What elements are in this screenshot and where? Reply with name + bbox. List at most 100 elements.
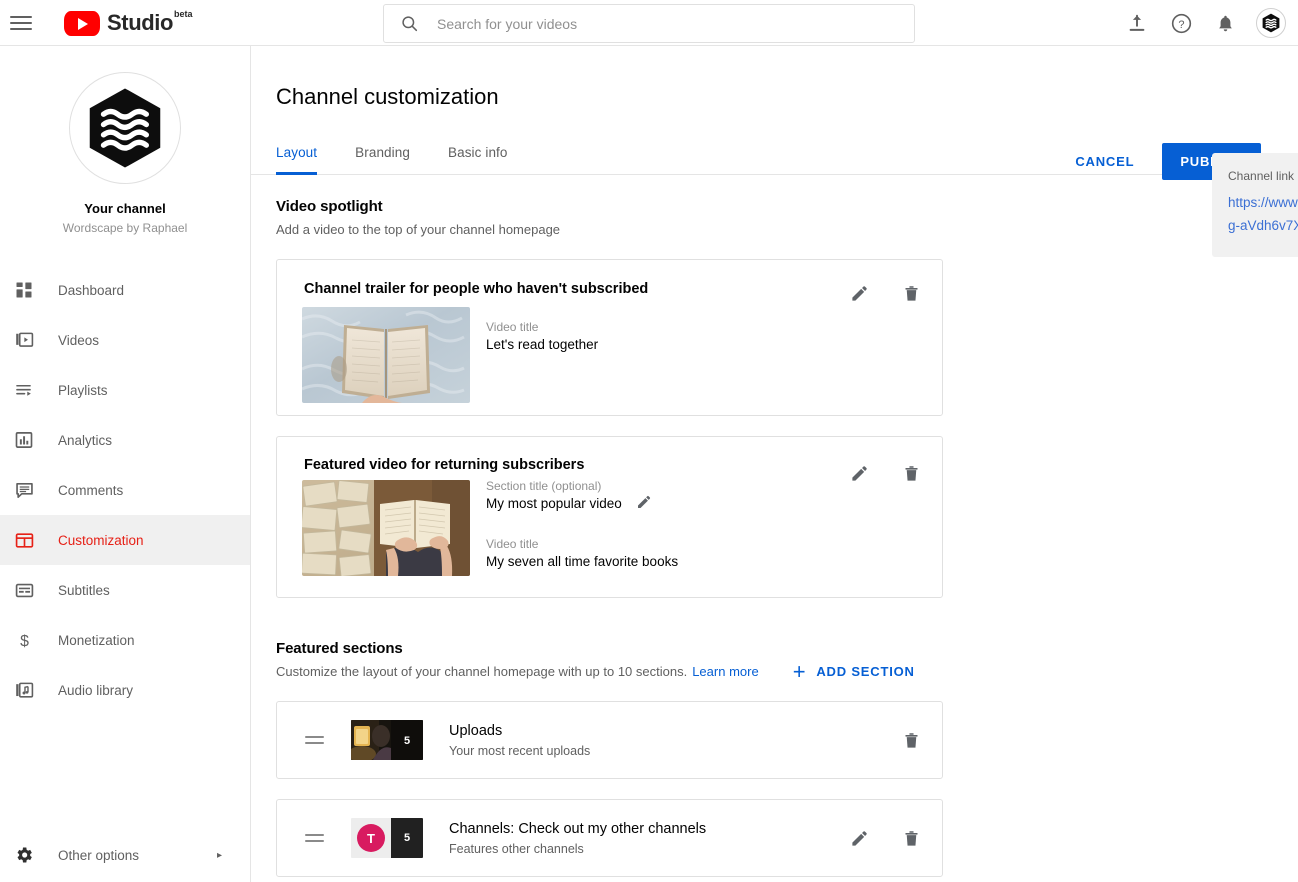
gear-icon (12, 843, 36, 867)
sidebar-item-label: Playlists (58, 383, 108, 398)
sidebar-nav-list: Dashboard Videos Playlists (0, 265, 250, 715)
monetization-dollar-icon: $ (12, 628, 36, 652)
delete-trash-icon[interactable] (900, 282, 922, 304)
videos-icon (12, 328, 36, 352)
sidebar-item-dashboard[interactable]: Dashboard (0, 265, 250, 315)
chevron-right-icon: ▸ (217, 850, 222, 861)
sidebar-item-label: Analytics (58, 433, 112, 448)
edit-pencil-icon[interactable] (848, 282, 870, 304)
svg-text:$: $ (20, 633, 29, 650)
field-label: Video title (486, 537, 678, 551)
sidebar-item-analytics[interactable]: Analytics (0, 415, 250, 465)
avatar-letter: T (357, 824, 385, 852)
delete-trash-icon[interactable] (900, 729, 922, 751)
dashboard-icon (12, 278, 36, 302)
section-item-count: 5 (391, 818, 423, 858)
section-subheading: Add a video to the top of your channel h… (276, 222, 1298, 237)
channel-link-label: Channel link (1228, 169, 1298, 183)
layout-content: Video spotlight Add a video to the top o… (276, 198, 1298, 877)
featured-video-card: Featured video for returning subscribers (276, 436, 943, 598)
sidebar-item-monetization[interactable]: $ Monetization (0, 615, 250, 665)
account-avatar[interactable] (1256, 8, 1286, 38)
learn-more-link[interactable]: Learn more (692, 664, 758, 679)
sidebar-item-other-options[interactable]: Other options ▸ (0, 828, 250, 882)
field-value: My seven all time favorite books (486, 554, 678, 569)
notifications-bell-icon[interactable] (1212, 10, 1238, 36)
channel-avatar-hexagon-waves[interactable] (69, 72, 181, 184)
tab-list: Layout Branding Basic info (276, 133, 546, 174)
card-title: Channel trailer for people who haven't s… (304, 281, 648, 297)
channel-avatar-letter-thumbnail: T 5 (351, 818, 423, 858)
channel-subtitle: Wordscape by Raphael (63, 221, 188, 235)
section-row-text: Channels: Check out my other channels Fe… (449, 821, 706, 856)
sidebar-item-label: Customization (58, 533, 144, 548)
hexagon-waves-logo-icon (82, 85, 168, 171)
sidebar-item-playlists[interactable]: Playlists (0, 365, 250, 415)
tab-bar: Layout Branding Basic info CANCEL PUBLIS… (251, 133, 1298, 175)
section-heading: Featured sections (276, 640, 1298, 657)
sidebar-item-label: Subtitles (58, 583, 110, 598)
audio-library-icon (12, 678, 36, 702)
field-label: Section title (optional) (486, 479, 653, 493)
hands-reading-book-sepia-thumbnail[interactable] (302, 480, 470, 576)
playlists-icon (12, 378, 36, 402)
video-title-field: Video title My seven all time favorite b… (486, 537, 678, 569)
edit-pencil-icon[interactable] (848, 827, 870, 849)
tab-branding[interactable]: Branding (355, 133, 410, 174)
upload-icon[interactable] (1124, 10, 1150, 36)
sidebar-item-label: Videos (58, 333, 99, 348)
hamburger-menu-icon[interactable] (10, 11, 34, 35)
sidebar-item-audio-library[interactable]: Audio library (0, 665, 250, 715)
section-heading: Video spotlight (276, 198, 1298, 215)
edit-pencil-icon[interactable] (636, 494, 653, 511)
card-title: Featured video for returning subscribers (304, 457, 584, 473)
field-label: Video title (486, 320, 598, 334)
section-row-channels: T 5 Channels: Check out my other channel… (276, 799, 943, 877)
customization-layout-icon (12, 528, 36, 552)
youtube-studio-logo[interactable]: Studio beta (64, 9, 193, 36)
beta-superscript: beta (174, 9, 193, 20)
channel-link-url[interactable]: https://www.youtube.com/channel/UCuq3sg-… (1228, 191, 1298, 237)
delete-trash-icon[interactable] (900, 462, 922, 484)
edit-pencil-icon[interactable] (848, 462, 870, 484)
section-item-count: 5 (404, 735, 410, 747)
youtube-play-icon (64, 11, 100, 36)
sidebar-item-subtitles[interactable]: Subtitles (0, 565, 250, 615)
plus-icon: + (793, 665, 807, 679)
tab-basic-info[interactable]: Basic info (448, 133, 508, 174)
search-icon (400, 14, 419, 33)
featured-sections-subrow: Customize the layout of your channel hom… (276, 664, 1298, 679)
section-row-uploads: 5 Uploads Your most recent uploads (276, 701, 943, 779)
cancel-button[interactable]: CANCEL (1061, 144, 1148, 179)
section-row-title: Channels: Check out my other channels (449, 821, 706, 837)
sidebar-item-customization[interactable]: Customization (0, 515, 250, 565)
channel-link-panel: Channel link https://www.youtube.com/cha… (1212, 153, 1298, 257)
main-content: Channel customization Layout Branding Ba… (251, 46, 1298, 882)
featured-sections-section: Featured sections Customize the layout o… (276, 640, 1298, 877)
video-spotlight-section: Video spotlight Add a video to the top o… (276, 198, 1298, 598)
top-bar: Studio beta ? (0, 0, 1298, 46)
channel-title: Your channel (84, 201, 165, 216)
section-row-tools (848, 827, 922, 849)
section-row-tools (900, 729, 922, 751)
drag-handle-icon[interactable] (305, 736, 327, 744)
field-value: My most popular video (486, 496, 622, 511)
channel-trailer-card: Channel trailer for people who haven't s… (276, 259, 943, 416)
sidebar-bottom: Other options ▸ (0, 828, 250, 882)
add-section-button[interactable]: + ADD SECTION (793, 664, 915, 679)
sidebar-item-comments[interactable]: Comments (0, 465, 250, 515)
open-book-on-blanket-thumbnail[interactable] (302, 307, 470, 403)
page-title: Channel customization (276, 84, 499, 110)
delete-trash-icon[interactable] (900, 827, 922, 849)
sidebar-item-label: Audio library (58, 683, 133, 698)
sidebar-item-videos[interactable]: Videos (0, 315, 250, 365)
help-icon[interactable]: ? (1168, 10, 1194, 36)
search-bar[interactable] (383, 4, 915, 43)
search-input[interactable] (435, 15, 914, 33)
svg-text:?: ? (1178, 18, 1184, 30)
subtitles-icon (12, 578, 36, 602)
drag-handle-icon[interactable] (305, 834, 327, 842)
card-tools (848, 462, 922, 484)
tab-layout[interactable]: Layout (276, 133, 317, 174)
add-section-label: ADD SECTION (816, 664, 914, 679)
